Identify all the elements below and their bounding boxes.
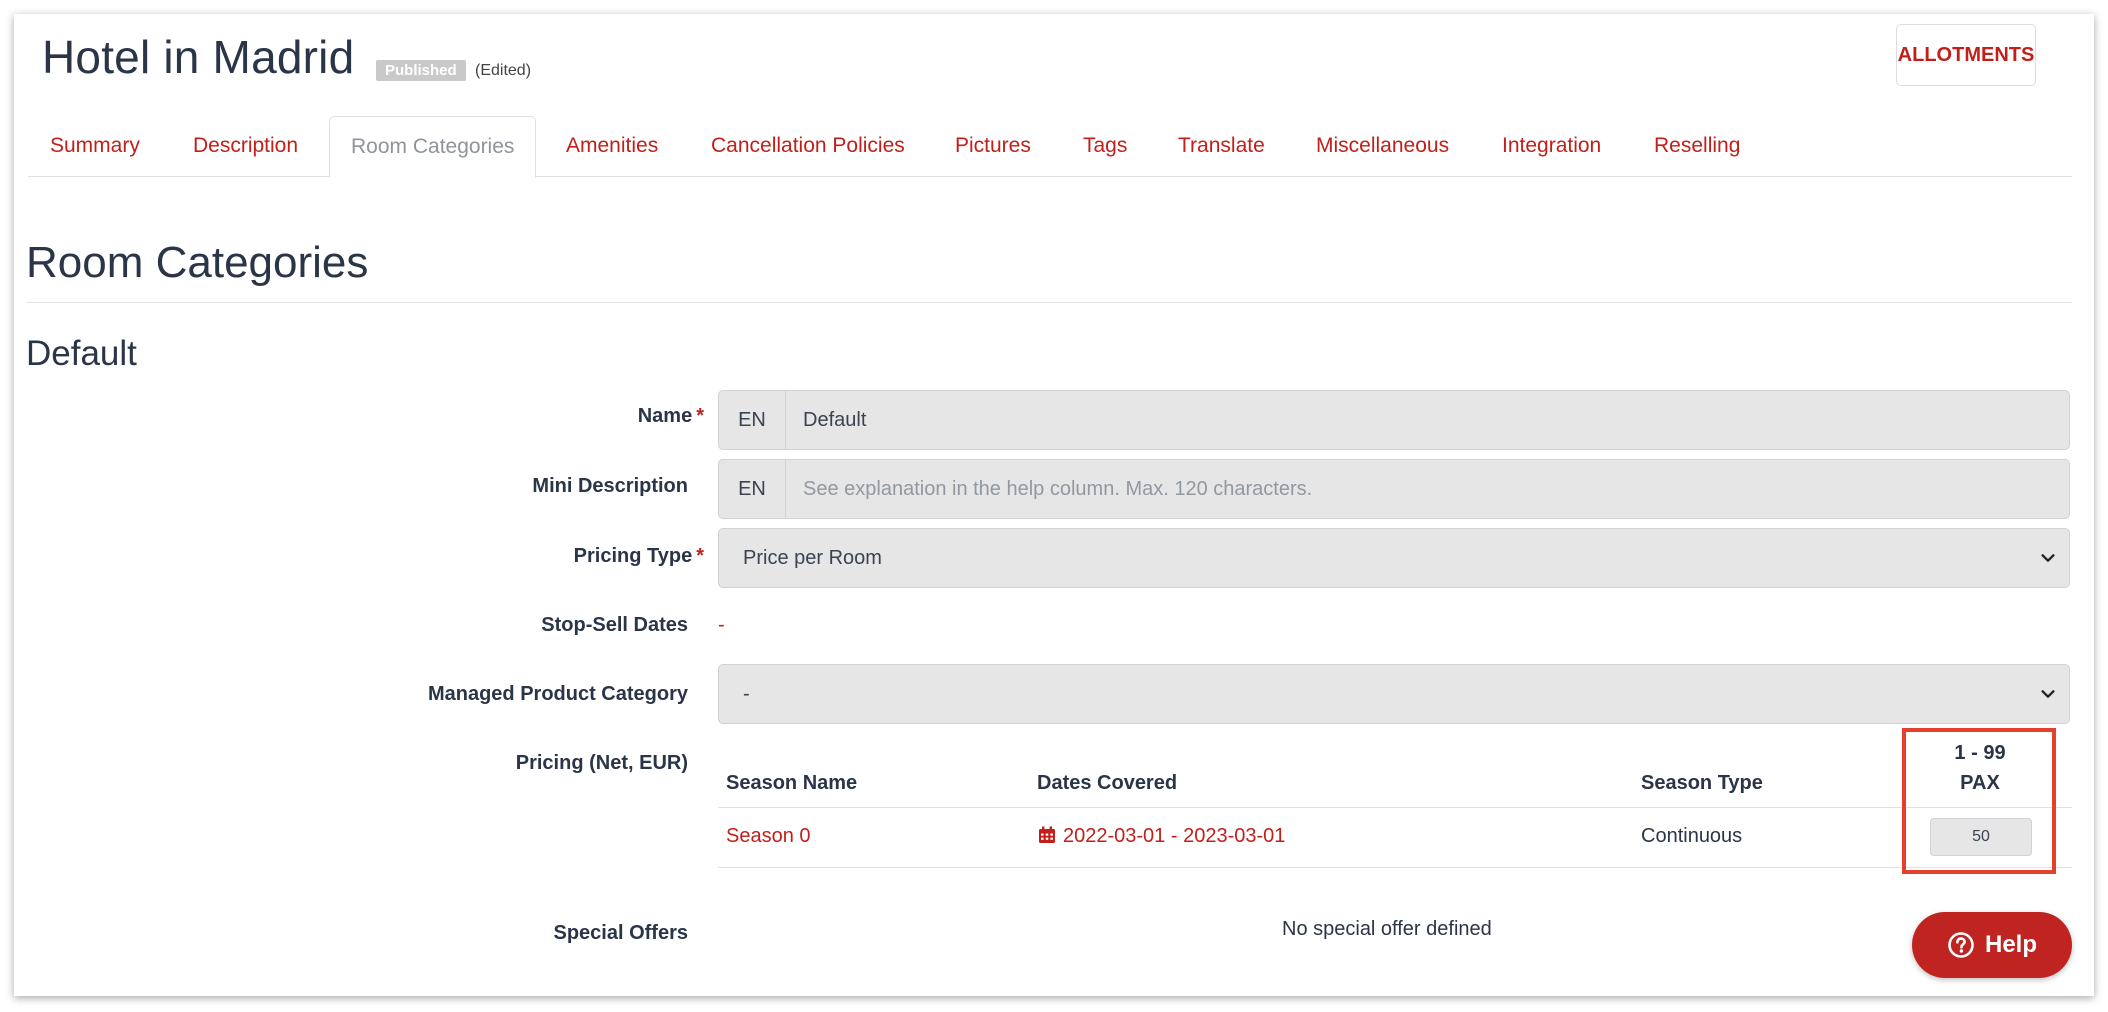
tab-integration[interactable]: Integration: [1502, 116, 1601, 176]
tab-reselling[interactable]: Reselling: [1654, 116, 1740, 176]
tab-amenities[interactable]: Amenities: [566, 116, 658, 176]
section-heading: Room Categories: [26, 238, 369, 287]
help-button[interactable]: Help: [1912, 912, 2072, 978]
required-mark: *: [696, 405, 704, 427]
tab-tags[interactable]: Tags: [1083, 116, 1127, 176]
pricing-type-label: Pricing Type *: [573, 545, 704, 567]
required-mark: *: [696, 545, 704, 567]
calendar-icon: [1039, 826, 1055, 843]
table-row-divider: [718, 867, 2072, 868]
chevron-down-icon: [2039, 529, 2057, 587]
dates-covered-value: 2022-03-01 - 2023-03-01: [1063, 825, 1286, 847]
tab-summary[interactable]: Summary: [50, 116, 140, 176]
tab-translate[interactable]: Translate: [1178, 116, 1265, 176]
highlight-box: [1902, 728, 2056, 874]
allotments-button[interactable]: ALLOTMENTS: [1896, 24, 2036, 86]
special-offers-label: Special Offers: [553, 922, 688, 944]
name-field[interactable]: EN Default: [718, 390, 2070, 450]
tab-pictures[interactable]: Pictures: [955, 116, 1031, 176]
stop-sell-link[interactable]: -: [718, 614, 725, 637]
special-offers-value: No special offer defined: [1282, 918, 1492, 940]
mini-description-placeholder: See explanation in the help column. Max.…: [803, 477, 1313, 500]
divider: [26, 302, 2072, 303]
managed-category-select[interactable]: -: [718, 664, 2070, 724]
language-addon: EN: [719, 460, 786, 518]
tab-cancellation-policies[interactable]: Cancellation Policies: [711, 116, 905, 176]
language-addon: EN: [719, 391, 786, 449]
name-label: Name *: [637, 405, 704, 427]
managed-category-value: -: [743, 682, 750, 705]
tab-room-categories[interactable]: Room Categories: [329, 116, 537, 178]
page-title: Hotel in Madrid: [42, 31, 355, 83]
tab-bar: Summary Description Room Categories Amen…: [28, 116, 2072, 178]
category-heading: Default: [26, 334, 137, 373]
managed-category-label: Managed Product Category: [427, 683, 688, 705]
season-type-value: Continuous: [1641, 825, 1743, 847]
column-season-type: Season Type: [1641, 772, 1763, 794]
mini-description-label: Mini Description: [532, 475, 688, 497]
status-badge: Published: [376, 60, 466, 81]
stop-sell-label: Stop-Sell Dates: [541, 614, 688, 636]
tab-description[interactable]: Description: [193, 116, 298, 176]
column-dates-covered: Dates Covered: [1037, 772, 1178, 794]
dates-covered-link[interactable]: 2022-03-01 - 2023-03-01: [1037, 825, 1285, 848]
name-value: Default: [803, 408, 867, 431]
pricing-label: Pricing (Net, EUR): [515, 752, 688, 774]
pricing-type-value: Price per Room: [743, 546, 882, 569]
table-header-divider: [718, 807, 2072, 808]
help-label: Help: [1984, 931, 2037, 958]
mini-description-field[interactable]: EN See explanation in the help column. M…: [718, 459, 2070, 519]
column-season-name: Season Name: [726, 772, 858, 794]
tab-miscellaneous[interactable]: Miscellaneous: [1316, 116, 1449, 176]
question-circle-icon: [1948, 932, 1974, 958]
season-name-link[interactable]: Season 0: [726, 825, 811, 848]
edited-label: (Edited): [475, 62, 532, 79]
pricing-type-select[interactable]: Price per Room: [718, 528, 2070, 588]
chevron-down-icon: [2039, 665, 2057, 723]
